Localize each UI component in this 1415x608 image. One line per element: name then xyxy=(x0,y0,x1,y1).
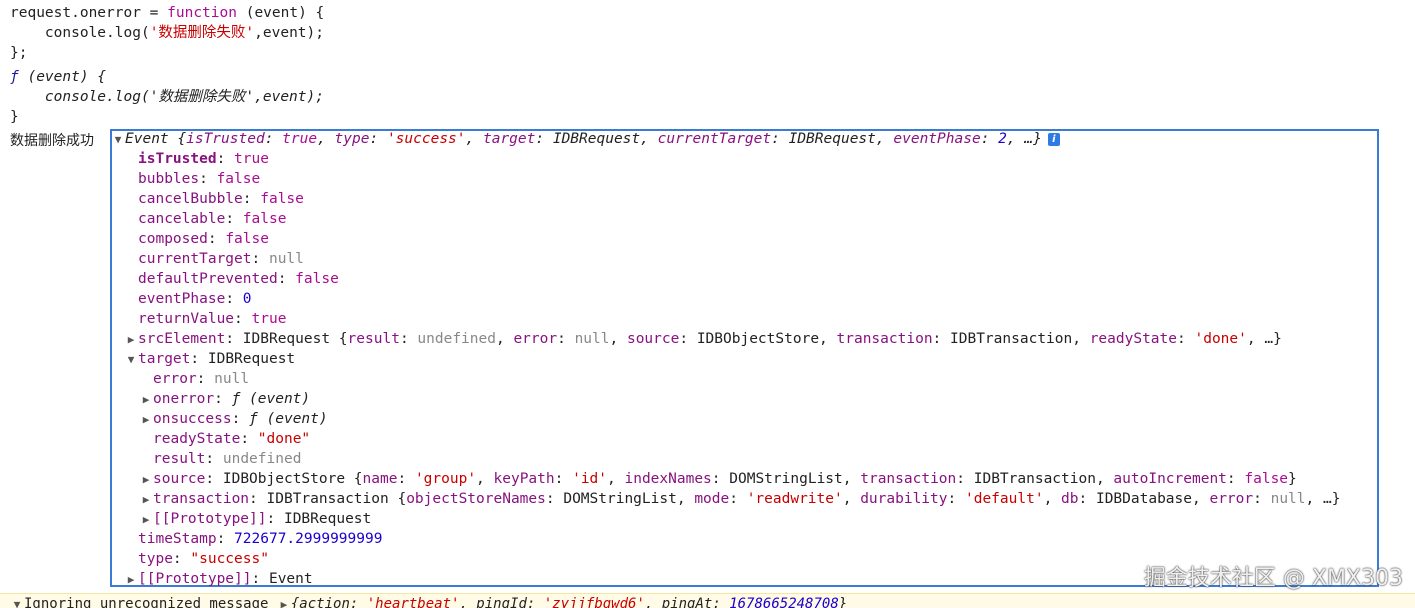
prop-cancelBubble: cancelBubble: false xyxy=(138,191,304,207)
target-onsuccess[interactable]: ▶ onsuccess: ƒ (event) xyxy=(139,409,328,429)
log-message-label: 数据删除成功 xyxy=(10,133,94,149)
collapse-arrow-icon[interactable]: ▼ xyxy=(124,350,138,370)
expand-arrow-icon[interactable]: ▶ xyxy=(139,470,153,490)
prop-currentTarget: currentTarget: null xyxy=(138,251,304,267)
prop-target[interactable]: ▼ target: IDBRequest xyxy=(124,349,295,369)
warning-arrow-icon[interactable]: ▼ xyxy=(10,597,24,608)
target-transaction[interactable]: ▶ transaction: IDBTransaction {objectStor… xyxy=(139,489,1341,510)
expand-arrow-icon[interactable]: ▶ xyxy=(139,490,153,510)
target-error: error: null xyxy=(153,371,250,387)
expand-arrow-icon[interactable]: ▶ xyxy=(124,570,138,590)
info-icon[interactable]: i xyxy=(1047,132,1060,146)
prop-composed: composed: false xyxy=(138,231,269,247)
warning-text: ▼ Ignoring unrecognized message ▶ {action:… xyxy=(10,596,848,608)
code-line-3: }; xyxy=(10,45,28,61)
code-line-1: request.onerror = function (event) { xyxy=(10,5,325,21)
function-result-line-2: console.log('数据删除失败',event); xyxy=(10,89,324,105)
function-result-line-3: } xyxy=(10,109,19,125)
code-line-2: console.log('数据删除失败',event); xyxy=(10,25,324,41)
expand-arrow-icon[interactable]: ▶ xyxy=(139,410,153,430)
prop-cancelable: cancelable: false xyxy=(138,211,287,227)
expand-arrow-icon[interactable]: ▶ xyxy=(139,510,153,530)
watermark: 掘金技术社区 @ XMX303 xyxy=(1143,566,1403,591)
prop-prototype[interactable]: ▶ [[Prototype]]: Event xyxy=(124,569,313,589)
prop-bubbles: bubbles: false xyxy=(138,171,261,187)
target-result: result: undefined xyxy=(153,451,302,467)
target-source[interactable]: ▶ source: IDBObjectStore {name: 'group', … xyxy=(139,469,1297,489)
warning-message-row[interactable]: ▼ Ignoring unrecognized message ▶ {action:… xyxy=(0,593,1415,608)
expand-arrow-icon[interactable]: ▶ xyxy=(124,330,138,350)
event-summary[interactable]: ▼ Event {isTrusted: true, type: 'success'… xyxy=(111,129,1060,149)
target-prototype[interactable]: ▶ [[Prototype]]: IDBRequest xyxy=(139,509,372,530)
expand-arrow-icon[interactable]: ▶ xyxy=(139,390,153,410)
prop-returnValue: returnValue: true xyxy=(138,311,287,327)
target-onerror[interactable]: ▶ onerror: ƒ (event) xyxy=(139,389,310,409)
prop-type: type: "success" xyxy=(138,551,269,567)
function-result-line-1[interactable]: ƒ (event) { xyxy=(10,67,106,87)
prop-srcElement[interactable]: ▶ srcElement: IDBRequest {result: undefin… xyxy=(124,329,1282,349)
prop-timeStamp: timeStamp: 722677.2999999999 xyxy=(138,531,383,547)
prop-isTrusted: isTrusted: true xyxy=(138,151,269,167)
prop-defaultPrevented: defaultPrevented: false xyxy=(138,271,339,287)
prop-eventPhase: eventPhase: 0 xyxy=(138,291,252,307)
target-readyState: readyState: "done" xyxy=(153,431,311,447)
expand-arrow-icon[interactable]: ▼ xyxy=(111,130,125,150)
expand-arrow-icon[interactable]: ▶ xyxy=(277,597,291,608)
